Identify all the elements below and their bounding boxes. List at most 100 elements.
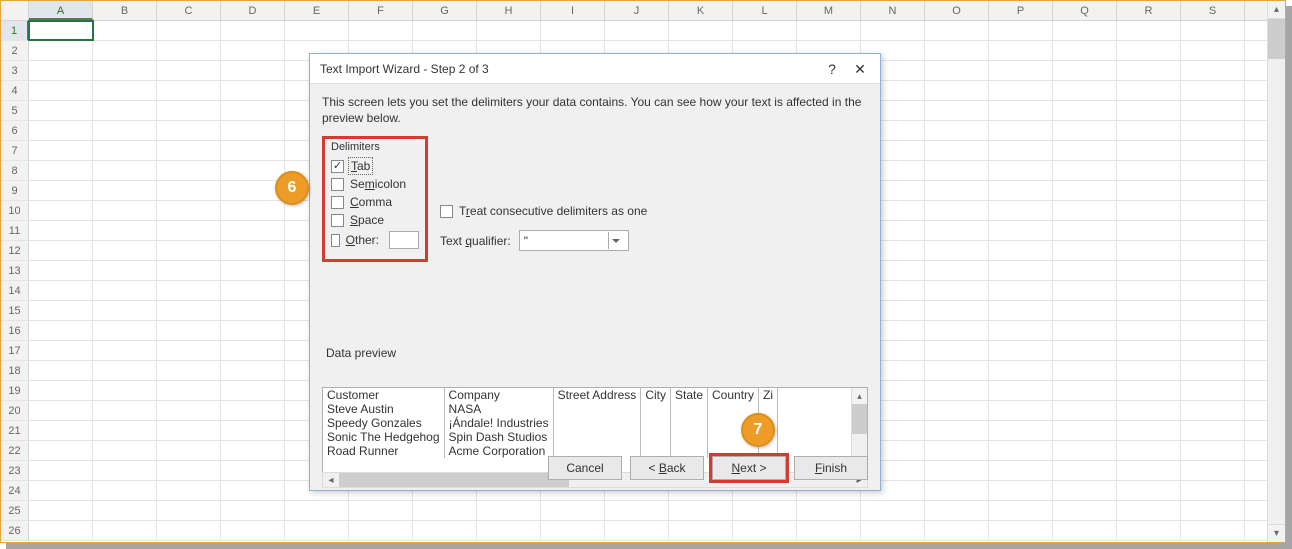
cell[interactable]	[1181, 161, 1245, 180]
cell[interactable]	[989, 261, 1053, 280]
cell[interactable]	[925, 161, 989, 180]
cell[interactable]	[925, 141, 989, 160]
cell[interactable]	[1117, 201, 1181, 220]
cell[interactable]	[1117, 401, 1181, 420]
cell[interactable]	[93, 241, 157, 260]
cell[interactable]	[733, 501, 797, 520]
cell[interactable]	[1053, 361, 1117, 380]
row-header[interactable]: 22	[1, 441, 29, 460]
row-header[interactable]: 19	[1, 381, 29, 400]
cell[interactable]	[93, 501, 157, 520]
treat-consecutive-checkbox[interactable]	[440, 205, 453, 218]
cell[interactable]	[221, 41, 285, 60]
cell[interactable]	[29, 321, 93, 340]
row-header[interactable]: 23	[1, 461, 29, 480]
cell[interactable]	[1117, 501, 1181, 520]
cell[interactable]	[1053, 441, 1117, 460]
row-header[interactable]: 18	[1, 361, 29, 380]
cell[interactable]	[221, 361, 285, 380]
cell[interactable]	[221, 141, 285, 160]
row-header[interactable]: 5	[1, 101, 29, 120]
row-header[interactable]: 1	[1, 21, 29, 40]
cell[interactable]	[925, 421, 989, 440]
cell[interactable]	[221, 521, 285, 540]
cell[interactable]	[29, 101, 93, 120]
cell[interactable]	[989, 61, 1053, 80]
cell[interactable]	[989, 121, 1053, 140]
cell[interactable]	[925, 81, 989, 100]
cell[interactable]	[989, 241, 1053, 260]
cell[interactable]	[29, 181, 93, 200]
cell[interactable]	[925, 21, 989, 40]
cell[interactable]	[1053, 381, 1117, 400]
cell[interactable]	[221, 301, 285, 320]
column-header[interactable]: F	[349, 1, 413, 20]
cell[interactable]	[797, 521, 861, 540]
column-header[interactable]: J	[605, 1, 669, 20]
cell[interactable]	[1117, 81, 1181, 100]
cell[interactable]	[989, 361, 1053, 380]
cell[interactable]	[221, 321, 285, 340]
row-header[interactable]: 6	[1, 121, 29, 140]
cell[interactable]	[157, 121, 221, 140]
cell[interactable]	[925, 101, 989, 120]
column-header[interactable]: K	[669, 1, 733, 20]
column-header[interactable]: G	[413, 1, 477, 20]
row-header[interactable]: 7	[1, 141, 29, 160]
cell[interactable]	[157, 481, 221, 500]
cell[interactable]	[925, 401, 989, 420]
row-header[interactable]: 3	[1, 61, 29, 80]
row-header[interactable]: 16	[1, 321, 29, 340]
close-button[interactable]: ✕	[846, 58, 874, 80]
cell[interactable]	[1181, 121, 1245, 140]
cell[interactable]	[93, 41, 157, 60]
cell[interactable]	[93, 141, 157, 160]
cell[interactable]	[29, 281, 93, 300]
cell[interactable]	[733, 521, 797, 540]
cell[interactable]	[1117, 421, 1181, 440]
semicolon-checkbox[interactable]	[331, 178, 344, 191]
cell[interactable]	[1053, 241, 1117, 260]
cell[interactable]	[1117, 361, 1181, 380]
cell[interactable]	[221, 201, 285, 220]
cell[interactable]	[925, 321, 989, 340]
cell[interactable]	[1117, 121, 1181, 140]
cell[interactable]	[29, 141, 93, 160]
cell[interactable]	[1181, 21, 1245, 40]
cell[interactable]	[221, 221, 285, 240]
help-button[interactable]: ?	[818, 58, 846, 80]
cell[interactable]	[93, 321, 157, 340]
cell[interactable]	[1117, 241, 1181, 260]
cell[interactable]	[285, 21, 349, 40]
cell[interactable]	[157, 21, 221, 40]
cell[interactable]	[221, 241, 285, 260]
cell[interactable]	[1117, 261, 1181, 280]
cell[interactable]	[93, 221, 157, 240]
cell[interactable]	[157, 361, 221, 380]
column-header[interactable]: M	[797, 1, 861, 20]
row-header[interactable]: 15	[1, 301, 29, 320]
row-header[interactable]: 10	[1, 201, 29, 220]
row-header[interactable]: 8	[1, 161, 29, 180]
cell[interactable]	[477, 521, 541, 540]
cell[interactable]	[477, 21, 541, 40]
cell[interactable]	[925, 261, 989, 280]
scroll-down-icon[interactable]: ▾	[1268, 524, 1285, 542]
cell[interactable]	[29, 21, 93, 40]
cell[interactable]	[1053, 421, 1117, 440]
cell[interactable]	[29, 521, 93, 540]
cell[interactable]	[925, 461, 989, 480]
cell[interactable]	[221, 261, 285, 280]
cell[interactable]	[29, 61, 93, 80]
cell[interactable]	[29, 201, 93, 220]
cell[interactable]	[989, 401, 1053, 420]
cell[interactable]	[29, 341, 93, 360]
cell[interactable]	[93, 261, 157, 280]
cell[interactable]	[1053, 61, 1117, 80]
cell[interactable]	[349, 521, 413, 540]
row-header[interactable]: 21	[1, 421, 29, 440]
cell[interactable]	[157, 521, 221, 540]
cell[interactable]	[1181, 281, 1245, 300]
cell[interactable]	[1117, 521, 1181, 540]
cell[interactable]	[93, 281, 157, 300]
